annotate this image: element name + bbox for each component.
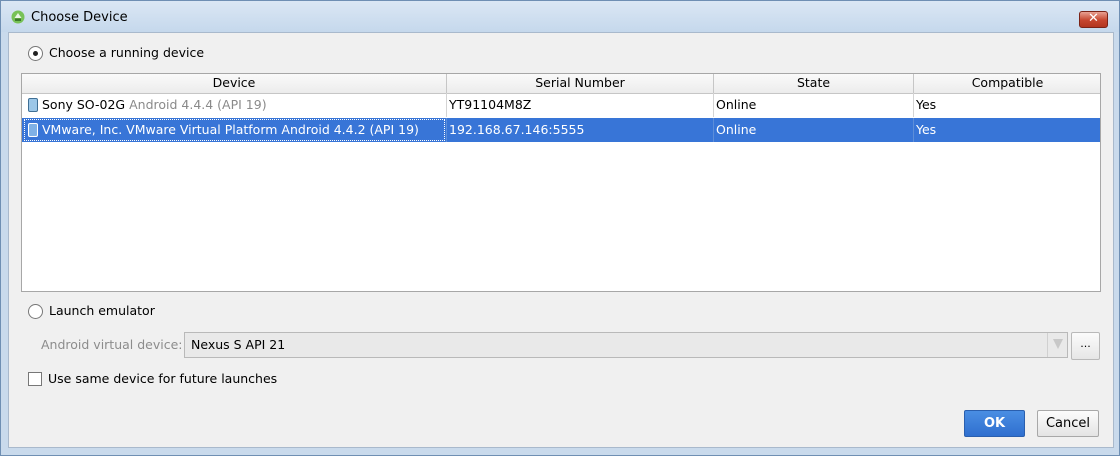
close-button[interactable]: ✕ xyxy=(1079,11,1108,28)
device-api: Android 4.4.4 (API 19) xyxy=(129,97,267,112)
device-api: Android 4.4.2 (API 19) xyxy=(281,122,419,137)
avd-select[interactable]: Nexus S API 21 xyxy=(184,332,1068,358)
device-cell: VMware, Inc. VMware Virtual Platform And… xyxy=(22,118,447,142)
browse-avd-button[interactable]: ... xyxy=(1071,332,1100,360)
ok-button[interactable]: OK xyxy=(964,410,1025,437)
close-icon: ✕ xyxy=(1088,11,1099,26)
chevron-down-icon[interactable] xyxy=(1047,333,1067,357)
android-virtual-device-label: Android virtual device: xyxy=(41,337,183,352)
device-table[interactable]: Device Serial Number State Compatible So… xyxy=(21,73,1101,292)
state-cell: Online xyxy=(714,118,914,142)
future-launches-checkbox[interactable] xyxy=(28,372,42,386)
android-studio-icon xyxy=(11,10,25,24)
choose-running-device-label[interactable]: Choose a running device xyxy=(49,45,204,60)
launch-emulator-radio[interactable] xyxy=(28,304,43,319)
device-name: VMware, Inc. VMware Virtual Platform xyxy=(42,122,278,137)
column-header-compatible[interactable]: Compatible xyxy=(914,74,1100,93)
window-title: Choose Device xyxy=(31,10,128,25)
future-launches-label[interactable]: Use same device for future launches xyxy=(48,371,277,386)
choose-running-device-radio[interactable] xyxy=(28,46,43,61)
title-bar[interactable]: Choose Device ✕ xyxy=(1,1,1119,32)
column-header-serial[interactable]: Serial Number xyxy=(447,74,714,93)
avd-selected-value: Nexus S API 21 xyxy=(191,337,286,352)
table-row-selected[interactable]: VMware, Inc. VMware Virtual Platform And… xyxy=(22,118,1100,142)
table-row[interactable]: Sony SO-02G Android 4.4.4 (API 19) YT911… xyxy=(22,93,1100,117)
device-name: Sony SO-02G xyxy=(42,97,126,112)
column-header-device[interactable]: Device xyxy=(22,74,447,93)
table-header: Device Serial Number State Compatible xyxy=(22,74,1100,94)
device-cell: Sony SO-02G Android 4.4.4 (API 19) xyxy=(22,93,447,117)
launch-emulator-label[interactable]: Launch emulator xyxy=(49,303,155,318)
compatible-cell: Yes xyxy=(916,122,937,137)
phone-icon xyxy=(28,122,38,137)
choose-device-dialog: Choose Device ✕ Choose a running device … xyxy=(0,0,1120,456)
phone-icon xyxy=(28,97,38,112)
radio-selected-dot xyxy=(33,51,38,56)
column-header-state[interactable]: State xyxy=(714,74,914,93)
serial-cell: YT91104M8Z xyxy=(447,93,714,117)
serial-cell: 192.168.67.146:5555 xyxy=(447,118,714,142)
compatible-cell: Yes xyxy=(916,97,937,112)
state-cell: Online xyxy=(714,93,914,117)
dialog-content: Choose a running device Device Serial Nu… xyxy=(8,32,1114,448)
cancel-button[interactable]: Cancel xyxy=(1037,410,1099,437)
